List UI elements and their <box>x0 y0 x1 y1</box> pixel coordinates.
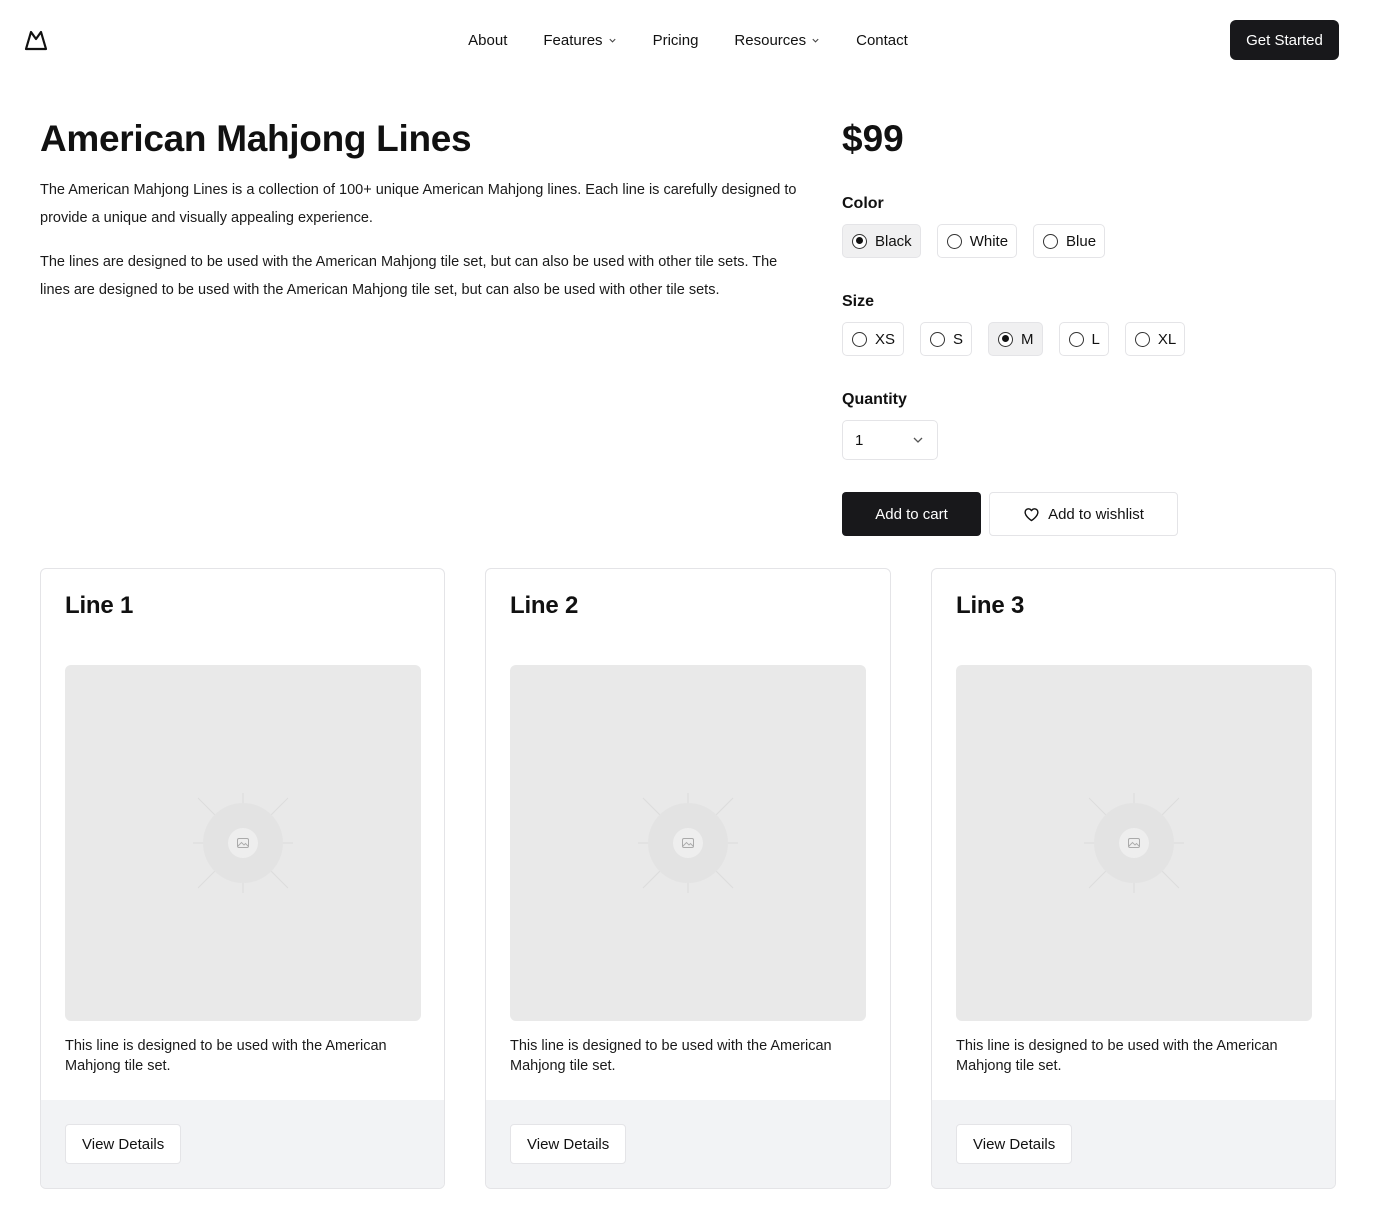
view-details-button[interactable]: View Details <box>65 1124 182 1164</box>
product-description-secondary: The lines are designed to be used with t… <box>40 254 778 298</box>
view-details-button[interactable]: View Details <box>510 1124 627 1164</box>
chevron-down-icon <box>812 38 819 43</box>
color-label: Color <box>842 195 884 212</box>
option-label: White <box>969 232 1009 250</box>
nav-item-label: Contact <box>856 31 908 49</box>
option-label: Blue <box>1066 232 1097 250</box>
get-started-button[interactable]: Get Started <box>1230 20 1339 60</box>
radio-button[interactable] <box>852 331 867 347</box>
nav-item-label: About <box>468 31 508 49</box>
card-footer: View Details <box>486 1100 890 1188</box>
nav-item-about[interactable]: About <box>468 32 507 49</box>
radio-button[interactable] <box>1134 331 1150 347</box>
size-option-s[interactable]: S <box>920 322 973 356</box>
size-label: Size <box>842 293 875 310</box>
card-title: Line 1 <box>65 592 134 619</box>
card-title: Line 2 <box>510 592 579 619</box>
nav-item-resources[interactable]: Resources <box>734 32 820 49</box>
option-label: L <box>1091 330 1100 348</box>
radio-button[interactable] <box>1068 331 1084 347</box>
size-option-l[interactable]: L <box>1058 322 1109 356</box>
card-title: Line 3 <box>956 592 1025 619</box>
card-image <box>65 665 421 1021</box>
line-card: Line 1 This line is designed to be used … <box>40 568 445 1189</box>
card-footer: View Details <box>41 1100 444 1188</box>
nav-item-pricing[interactable]: Pricing <box>653 32 699 49</box>
option-label: XL <box>1157 330 1177 348</box>
option-label: Black <box>875 232 912 250</box>
quantity-label: Quantity <box>842 391 907 408</box>
radio-button[interactable] <box>930 331 946 347</box>
radio-button[interactable] <box>1043 233 1059 249</box>
radio-button[interactable] <box>998 331 1014 347</box>
view-details-button[interactable]: View Details <box>956 1124 1073 1164</box>
quantity-select[interactable]: 1 <box>842 420 938 460</box>
card-description: This line is designed to be used with th… <box>510 1038 832 1074</box>
main-nav: About Features Pricing Resources Contact <box>0 0 1376 80</box>
size-option-xl[interactable]: XL <box>1124 322 1186 356</box>
option-label: XS <box>875 330 896 348</box>
product-price: $99 <box>842 118 904 159</box>
image-placeholder-icon <box>638 793 738 893</box>
image-placeholder-icon <box>1084 793 1184 893</box>
radio-button[interactable] <box>946 233 962 249</box>
option-label: S <box>953 330 964 348</box>
card-image <box>510 665 866 1021</box>
color-option-blue[interactable]: Blue <box>1033 224 1106 258</box>
card-image <box>956 665 1312 1021</box>
wishlist-label: Add to wishlist <box>1048 505 1144 523</box>
size-options: XS S M L XL <box>842 322 1186 356</box>
product-title: American Mahjong Lines <box>40 118 472 159</box>
quantity-value: 1 <box>855 431 864 449</box>
size-option-m[interactable]: M <box>988 322 1043 356</box>
line-card: Line 2 This line is designed to be used … <box>485 568 891 1189</box>
card-description: This line is designed to be used with th… <box>65 1038 387 1074</box>
add-to-cart-button[interactable]: Add to cart <box>842 492 981 536</box>
chevron-down-icon <box>608 38 616 43</box>
heart-icon <box>1024 507 1039 521</box>
site-header: About Features Pricing Resources Contact… <box>0 0 1376 80</box>
chevron-down-icon <box>913 437 923 443</box>
option-label: M <box>1021 330 1034 348</box>
card-description: This line is designed to be used with th… <box>956 1038 1278 1074</box>
nav-item-label: Features <box>543 31 603 49</box>
radio-button[interactable] <box>852 233 867 249</box>
color-option-black[interactable]: Black <box>842 224 921 258</box>
add-to-wishlist-button[interactable]: Add to wishlist <box>989 492 1178 536</box>
nav-item-contact[interactable]: Contact <box>856 32 908 49</box>
color-options: Black White Blue <box>842 224 1106 258</box>
product-description: The American Mahjong Lines is a collecti… <box>40 182 797 226</box>
logo-icon[interactable] <box>24 28 48 52</box>
size-option-xs[interactable]: XS <box>842 322 905 356</box>
color-option-white[interactable]: White <box>936 224 1018 258</box>
line-card: Line 3 This line is designed to be used … <box>931 568 1336 1189</box>
nav-item-label: Resources <box>734 31 807 49</box>
nav-item-label: Pricing <box>652 31 699 49</box>
image-placeholder-icon <box>193 793 293 893</box>
nav-item-features[interactable]: Features <box>543 32 616 49</box>
card-footer: View Details <box>932 1100 1335 1188</box>
